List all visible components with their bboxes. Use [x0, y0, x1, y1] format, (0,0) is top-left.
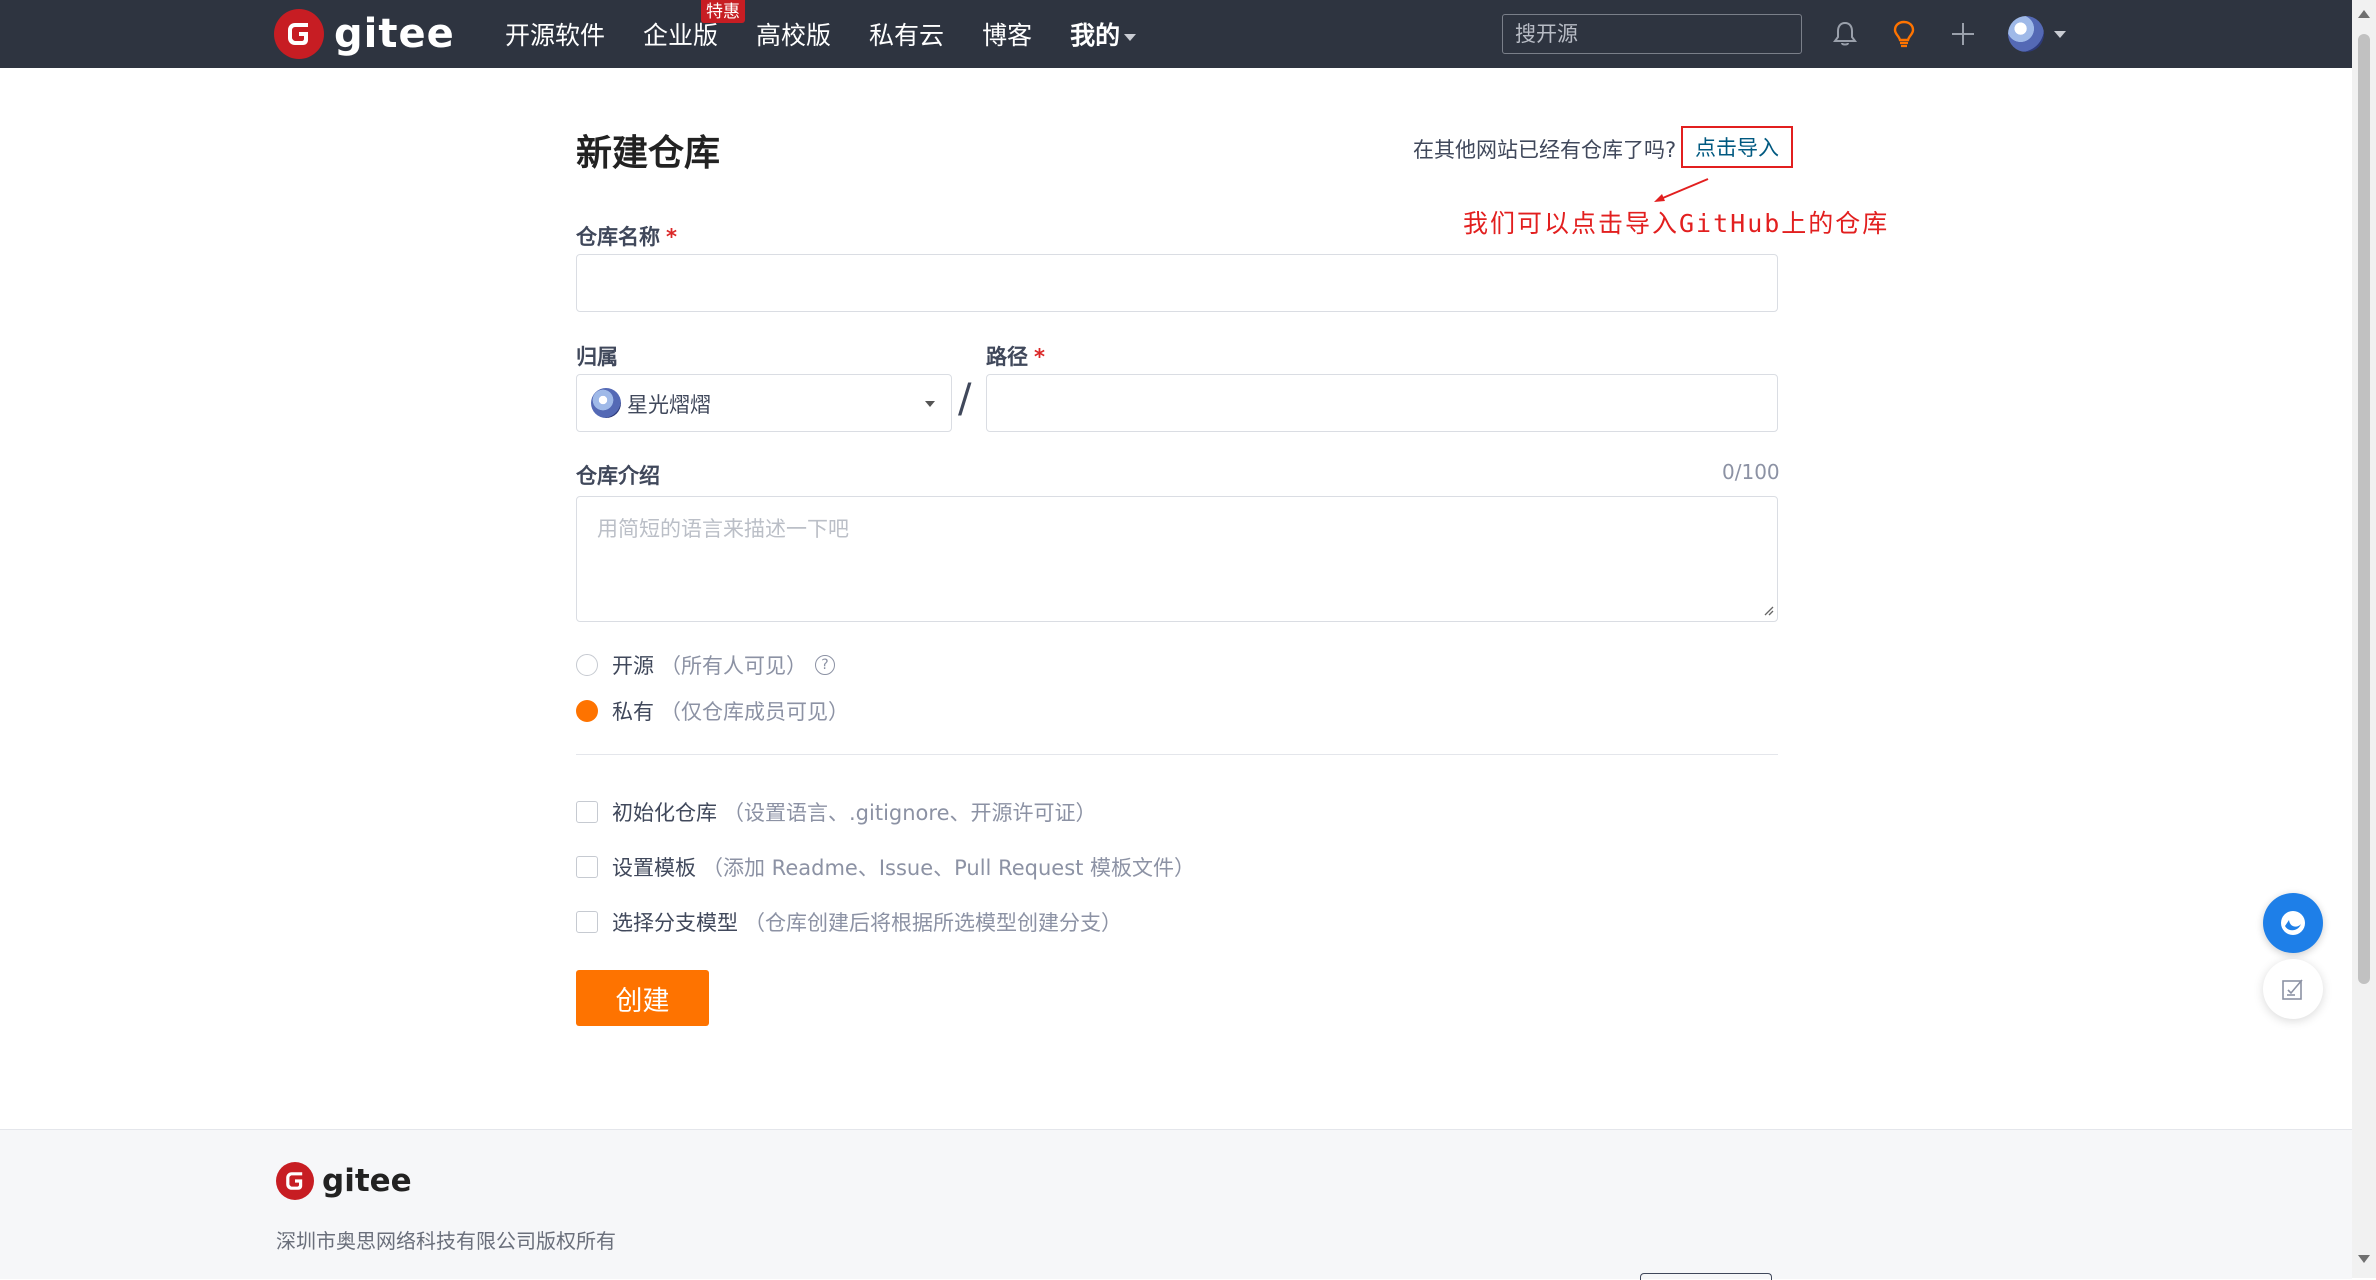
scroll-down-arrow-icon[interactable] — [2358, 1255, 2370, 1263]
owner-label: 归属 — [576, 345, 618, 369]
option-label: 私有 — [612, 700, 654, 724]
main-menu: 开源软件 企业版 特惠 高校版 私有云 博客 我的 — [505, 0, 1174, 68]
path-input[interactable] — [986, 374, 1778, 432]
option-hint: （所有人可见） — [660, 654, 807, 678]
nav-enterprise-label: 企业版 — [643, 21, 719, 50]
nav-private-cloud[interactable]: 私有云 — [869, 16, 944, 52]
option-hint: （添加 Readme、Issue、Pull Request 模板文件） — [702, 856, 1196, 880]
path-label-text: 路径 — [986, 345, 1028, 369]
scroll-up-arrow-icon[interactable] — [2358, 10, 2370, 18]
page-footer: gitee 深圳市奥思网络科技有限公司版权所有 — [0, 1129, 2352, 1280]
owner-avatar — [591, 388, 621, 418]
nav-education[interactable]: 高校版 — [756, 16, 831, 52]
repo-name-label: 仓库名称 * — [576, 221, 677, 251]
section-divider — [576, 754, 1778, 755]
init-repo-option[interactable]: 初始化仓库 （设置语言、.gitignore、开源许可证） — [576, 797, 1097, 827]
required-mark: * — [666, 225, 677, 249]
search-input[interactable] — [1502, 14, 1802, 54]
option-hint: （仓库创建后将根据所选模型创建分支） — [744, 911, 1122, 935]
import-highlight-box: 点击导入 — [1681, 126, 1793, 168]
plus-icon[interactable] — [1944, 15, 1982, 53]
footer-language-select[interactable] — [1640, 1273, 1772, 1280]
annotation-arrow — [1654, 178, 1709, 202]
path-label: 路径 * — [986, 341, 1045, 371]
annotation-text: 我们可以点击导入GitHub上的仓库 — [1463, 209, 1890, 238]
import-link[interactable]: 点击导入 — [1695, 132, 1779, 162]
page-title: 新建仓库 — [576, 133, 721, 174]
option-label: 开源 — [612, 654, 654, 678]
feedback-edit-icon[interactable] — [2263, 959, 2323, 1019]
option-label: 初始化仓库 — [612, 801, 717, 825]
visibility-public-option[interactable]: 开源 （所有人可见） ? — [576, 650, 835, 680]
radio-public[interactable] — [576, 654, 598, 676]
bell-icon[interactable] — [1826, 15, 1864, 53]
visibility-private-option[interactable]: 私有 （仅仓库成员可见） — [576, 696, 849, 726]
gitee-logo[interactable]: gitee — [274, 8, 455, 60]
nav-blog[interactable]: 博客 — [982, 16, 1032, 52]
template-option[interactable]: 设置模板 （添加 Readme、Issue、Pull Request 模板文件） — [576, 852, 1195, 882]
nav-mine-dropdown[interactable]: 我的 — [1070, 16, 1137, 52]
dropdown-caret-icon — [925, 401, 935, 407]
branch-model-checkbox[interactable] — [576, 911, 598, 933]
option-label: 选择分支模型 — [612, 911, 738, 935]
option-hint: （设置语言、.gitignore、开源许可证） — [723, 801, 1097, 825]
lightbulb-icon[interactable] — [1885, 15, 1923, 53]
footer-logo-text: gitee — [322, 1163, 412, 1199]
promo-badge: 特惠 — [701, 0, 746, 23]
gitee-logo-icon — [276, 1162, 314, 1200]
gitee-logo-icon — [274, 9, 324, 59]
nav-open-source[interactable]: 开源软件 — [505, 16, 605, 52]
logo-text: gitee — [334, 11, 455, 57]
import-question: 在其他网站已经有仓库了吗? — [1413, 138, 1677, 162]
branch-model-option[interactable]: 选择分支模型 （仓库创建后将根据所选模型创建分支） — [576, 907, 1122, 937]
description-label: 仓库介绍 — [576, 464, 660, 488]
top-navbar: gitee 开源软件 企业版 特惠 高校版 私有云 博客 我的 — [0, 0, 2352, 68]
vertical-scrollbar[interactable] — [2352, 0, 2376, 1278]
radio-private[interactable] — [576, 700, 598, 722]
owner-select[interactable]: 星光熠熠 — [576, 374, 952, 432]
owner-name: 星光熠熠 — [627, 393, 711, 417]
description-counter: 0/100 — [1722, 460, 1780, 484]
user-avatar[interactable] — [2008, 16, 2044, 52]
question-help-icon[interactable]: ? — [815, 655, 835, 675]
resize-grip-icon[interactable] — [1762, 604, 1774, 616]
help-chat-icon[interactable] — [2263, 893, 2323, 953]
avatar-chevron-icon[interactable] — [2054, 31, 2066, 38]
required-mark: * — [1034, 345, 1045, 369]
copyright-text: 深圳市奥思网络科技有限公司版权所有 — [276, 1229, 616, 1253]
scroll-thumb[interactable] — [2358, 34, 2370, 984]
template-checkbox[interactable] — [576, 856, 598, 878]
create-button[interactable]: 创建 — [576, 970, 709, 1026]
path-separator: / — [958, 376, 972, 422]
footer-logo[interactable]: gitee — [276, 1162, 412, 1200]
nav-mine-label: 我的 — [1070, 21, 1121, 50]
option-label: 设置模板 — [612, 856, 696, 880]
nav-enterprise[interactable]: 企业版 特惠 — [643, 0, 746, 52]
chevron-down-icon — [1124, 33, 1137, 41]
repo-name-input[interactable] — [576, 254, 1778, 312]
description-textarea[interactable] — [576, 496, 1778, 622]
repo-name-label-text: 仓库名称 — [576, 225, 660, 249]
init-repo-checkbox[interactable] — [576, 801, 598, 823]
option-hint: （仅仓库成员可见） — [660, 700, 849, 724]
